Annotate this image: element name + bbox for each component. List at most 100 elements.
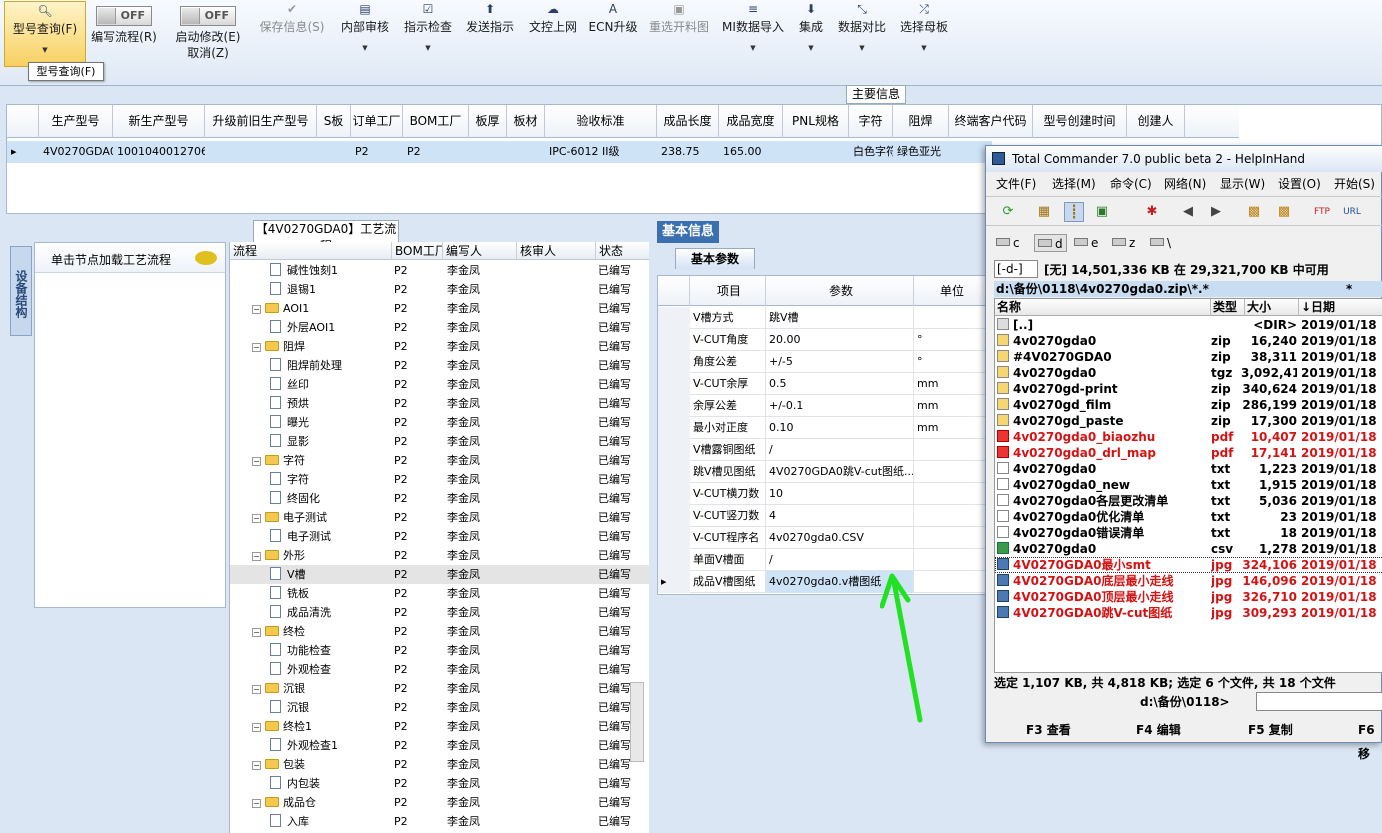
param-cell[interactable]: 20.00 (766, 329, 914, 351)
tree-node[interactable]: 功能检查 (270, 641, 331, 660)
drive-button[interactable]: d (1034, 234, 1067, 252)
column-header[interactable]: 类型 (1211, 299, 1245, 316)
collapse-icon[interactable]: − (252, 305, 261, 314)
tree-row[interactable]: 显影 P2 李金凤 已编写 (230, 432, 649, 451)
edit-toggle[interactable]: OFF 启动修改(E) 取消(Z) (170, 0, 246, 70)
tree-node[interactable]: 阻焊前处理 (270, 356, 342, 375)
param-cell[interactable]: 4V0270GDA0跳V-cut图纸... (766, 461, 914, 483)
tree-scrollbar[interactable] (630, 682, 644, 762)
tree-node[interactable]: 电子测试 (270, 527, 331, 546)
pack-icon[interactable]: ▩ (1244, 202, 1264, 222)
collapse-icon[interactable]: − (252, 514, 261, 523)
tree-row[interactable]: − 外形 P2 李金凤 已编写 (230, 546, 649, 565)
column-header[interactable]: 生产型号 (39, 105, 113, 138)
column-header[interactable]: BOM工厂 (403, 105, 469, 138)
tree-row[interactable]: 退锡1 P2 李金凤 已编写 (230, 280, 649, 299)
param-cell[interactable]: 10 (766, 483, 914, 505)
tree-node[interactable]: V槽 (270, 565, 306, 584)
tree-row[interactable]: − 字符 P2 李金凤 已编写 (230, 451, 649, 470)
edit-toggle-switch[interactable]: OFF (180, 6, 236, 26)
param-row[interactable]: 余厚公差 +/-0.1 mm (658, 395, 988, 417)
collapse-icon[interactable]: − (252, 343, 261, 352)
file-row[interactable]: 4v0270gda0各层更改清单 txt 5,036 2019/01/18 16 (995, 493, 1382, 509)
drive-button[interactable]: \ (1150, 234, 1171, 252)
url-icon[interactable]: URL (1342, 202, 1362, 222)
param-row[interactable]: V槽露铜图纸 / (658, 439, 988, 461)
param-row[interactable]: V-CUT程序名 4v0270gda0.CSV (658, 527, 988, 549)
ftp-icon[interactable]: FTP (1312, 202, 1332, 222)
tc-menu-item[interactable]: 文件(F) (996, 174, 1036, 194)
tree-row[interactable]: 入库 P2 李金凤 已编写 (230, 812, 649, 831)
column-header[interactable]: ↓日期 (1299, 299, 1382, 316)
tree-node[interactable]: − 包装 (252, 755, 305, 774)
collapse-icon[interactable]: − (252, 799, 261, 808)
tc-menu-item[interactable]: 命令(C) (1110, 174, 1152, 194)
tree-row[interactable]: − 终检1 P2 李金凤 已编写 (230, 717, 649, 736)
tree-node[interactable]: 入库 (270, 812, 309, 831)
query-button[interactable]: 🔍︎ 型号查询(F) ▼ (4, 1, 86, 67)
file-row[interactable]: 4v0270gda0 csv 1,278 2019/01/18 15 (995, 541, 1382, 557)
column-header[interactable]: 成品长度 (657, 105, 719, 138)
flow-toggle-switch[interactable]: OFF (96, 6, 152, 26)
tree-row[interactable]: 沉银 P2 李金凤 已编写 (230, 698, 649, 717)
fkey-button[interactable]: F5 复制 (1248, 718, 1293, 742)
tc-menu-item[interactable]: 选择(M) (1052, 174, 1096, 194)
tree-node[interactable]: 曝光 (270, 413, 309, 432)
param-cell[interactable]: / (766, 549, 914, 571)
file-row[interactable]: 4v0270gd-print zip 340,624 2019/01/18 16 (995, 381, 1382, 397)
unpack-icon[interactable]: ▩ (1274, 202, 1294, 222)
param-cell[interactable]: 0.10 (766, 417, 914, 439)
file-row[interactable]: 4v0270gda0优化清单 txt 23 2019/01/18 16 (995, 509, 1382, 525)
column-header[interactable]: BOM工厂 (392, 242, 443, 260)
file-row[interactable]: 4v0270gd_paste zip 17,300 2019/01/18 16 (995, 413, 1382, 429)
collapse-icon[interactable]: − (252, 628, 261, 637)
file-row[interactable]: 4v0270gda0 zip 16,240 2019/01/18 16 (995, 333, 1382, 349)
tab-equipment-structure[interactable]: 设备结构 (10, 246, 32, 336)
tree-node[interactable]: 铣板 (270, 584, 309, 603)
tree-row[interactable]: 外观检查1 P2 李金凤 已编写 (230, 736, 649, 755)
file-row[interactable]: 4v0270gda0_drl_map pdf 17,141 2019/01/18 16 (995, 445, 1382, 461)
tree-node[interactable]: 终固化 (270, 489, 320, 508)
back-icon[interactable]: ◀ (1178, 202, 1198, 222)
tab-basic-info[interactable]: 基本信息 (657, 221, 719, 243)
param-cell[interactable]: 4 (766, 505, 914, 527)
file-row[interactable]: 4V0270GDA0跳V-cut图纸 jpg 309,293 2019/01/18 1… (995, 605, 1382, 621)
tc-menu-item[interactable]: 开始(S) (1334, 174, 1375, 194)
file-row[interactable]: [..] <DIR> 2019/01/18 16 (995, 317, 1382, 333)
param-row[interactable]: V-CUT余厚 0.5 mm (658, 373, 988, 395)
tree-node[interactable]: − 沉银 (252, 679, 305, 698)
invert-selection-icon[interactable]: ✱ (1142, 202, 1162, 222)
file-row[interactable]: 4v0270gda0错误清单 txt 18 2019/01/18 15 (995, 525, 1382, 541)
param-row[interactable]: 最小对正度 0.10 mm (658, 417, 988, 439)
column-header[interactable]: 编写人 (443, 242, 517, 260)
tree-node[interactable]: − 字符 (252, 451, 305, 470)
tree-node[interactable]: − 终检 (252, 622, 305, 641)
file-row[interactable]: 4v0270gda0 txt 1,223 2019/01/18 16 (995, 461, 1382, 477)
tree-row[interactable]: − 沉银 P2 李金凤 已编写 (230, 679, 649, 698)
column-header[interactable]: PNL规格 (783, 105, 849, 138)
param-cell[interactable]: / (766, 439, 914, 461)
param-cell[interactable]: 跳V槽 (766, 307, 914, 329)
column-header[interactable]: 参数 (766, 276, 914, 306)
fkey-button[interactable]: F4 编辑 (1136, 718, 1181, 742)
send-instr-button[interactable]: ⬆ 发送指示 (464, 0, 516, 70)
instr-check-button[interactable]: ☑ 指示检查 ▼ (402, 0, 454, 70)
tree-node[interactable]: 退锡1 (270, 280, 316, 299)
file-row[interactable]: 4v0270gda0_biaozhu pdf 10,407 2019/01/18 16 (995, 429, 1382, 445)
param-row[interactable]: 跳V槽见图纸 4V0270GDA0跳V-cut图纸... (658, 461, 988, 483)
tree-row[interactable]: − 终检 P2 李金凤 已编写 (230, 622, 649, 641)
tree-node[interactable]: − 终检1 (252, 717, 312, 736)
tree-node[interactable]: 字符 (270, 470, 309, 489)
column-header[interactable]: 板材 (507, 105, 545, 138)
param-row[interactable]: V槽方式 跳V槽 (658, 307, 988, 329)
column-header[interactable]: 单位 (914, 276, 988, 306)
file-row[interactable]: #4V0270GDA0 zip 38,311 2019/01/18 16 (995, 349, 1382, 365)
param-row[interactable]: 角度公差 +/-5 ° (658, 351, 988, 373)
tree-node[interactable]: 内包装 (270, 774, 320, 793)
save-button[interactable]: ✔ 保存信息(S) (256, 0, 328, 70)
tree-row[interactable]: 碱性蚀刻1 P2 李金凤 已编写 (230, 261, 649, 280)
column-header[interactable]: 项目 (690, 276, 766, 306)
column-header[interactable]: 成品宽度 (719, 105, 783, 138)
tree-row[interactable]: − 阻焊 P2 李金凤 已编写 (230, 337, 649, 356)
column-header[interactable]: 核审人 (517, 242, 596, 260)
